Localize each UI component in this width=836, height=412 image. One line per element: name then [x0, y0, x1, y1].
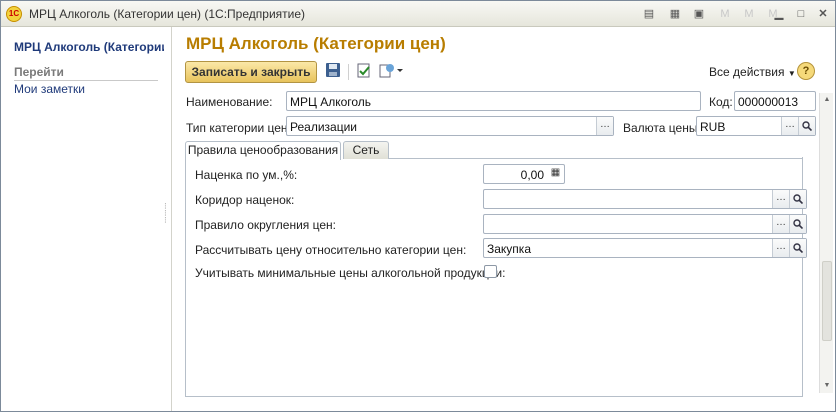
- relative-category-field[interactable]: Закупка …: [483, 238, 807, 258]
- price-type-value: Реализации: [290, 120, 357, 134]
- post-document-icon[interactable]: [354, 62, 374, 82]
- page-title: МРЦ Алкоголь (Категории цен): [186, 34, 446, 53]
- title-bar: 1С МРЦ Алкоголь (Категории цен) (1С:Пред…: [1, 1, 835, 27]
- markup-corridor-field[interactable]: …: [483, 189, 807, 209]
- relative-category-value: Закупка: [487, 242, 531, 256]
- min-alcohol-prices-label: Учитывать минимальные цены алкогольной п…: [195, 266, 506, 280]
- minimize-icon[interactable]: ▁: [771, 6, 787, 22]
- memory-m-icon[interactable]: M: [717, 6, 733, 22]
- create-based-on-icon[interactable]: [378, 62, 404, 82]
- window-title: МРЦ Алкоголь (Категории цен) (1С:Предпри…: [29, 7, 306, 21]
- calendar-icon[interactable]: ▣: [691, 6, 707, 22]
- currency-field[interactable]: RUB …: [696, 116, 816, 136]
- markup-field[interactable]: 0,00 ▦: [483, 164, 565, 184]
- sidebar-title: МРЦ Алкоголь (Категории цен): [14, 40, 164, 54]
- calculator-icon[interactable]: ▦: [547, 165, 564, 183]
- close-icon[interactable]: ✕: [815, 6, 831, 22]
- document-icon[interactable]: ▤: [641, 6, 657, 22]
- maximize-icon[interactable]: □: [793, 6, 809, 22]
- rounding-rule-field[interactable]: …: [483, 214, 807, 234]
- calculator-icon[interactable]: ▦: [667, 6, 683, 22]
- min-alcohol-prices-checkbox[interactable]: [484, 265, 497, 278]
- markup-label: Наценка по ум.,%:: [195, 168, 298, 182]
- toolbar-separator: [348, 64, 349, 80]
- search-icon[interactable]: [789, 239, 806, 257]
- currency-value: RUB: [700, 120, 726, 134]
- ellipsis-icon[interactable]: …: [596, 117, 613, 135]
- save-and-close-button[interactable]: Записать и закрыть: [185, 61, 317, 83]
- sidebar-section-goto: Перейти: [14, 65, 158, 81]
- name-label: Наименование:: [186, 95, 273, 109]
- tab-pricing-rules[interactable]: Правила ценообразования: [185, 141, 341, 160]
- code-field[interactable]: 000000013: [734, 91, 816, 111]
- scroll-up-icon[interactable]: ▲: [820, 93, 834, 107]
- memory-m-plus-icon[interactable]: M: [741, 6, 757, 22]
- price-type-label: Тип категории цен:: [186, 121, 291, 135]
- relative-category-label: Рассчитывать цену относительно категории…: [195, 243, 467, 257]
- code-value: 000000013: [738, 95, 799, 109]
- ellipsis-icon[interactable]: …: [772, 239, 789, 257]
- sidebar-resize-handle[interactable]: ⁝ ⁝ ⁝: [164, 202, 170, 233]
- sidebar: МРЦ Алкоголь (Категории цен) Перейти Мои…: [1, 27, 172, 411]
- scroll-down-icon[interactable]: ▼: [820, 379, 834, 393]
- rounding-rule-label: Правило округления цен:: [195, 218, 336, 232]
- markup-corridor-label: Коридор наценок:: [195, 193, 295, 207]
- all-actions-menu[interactable]: Все действия ▼: [709, 65, 796, 79]
- scrollbar[interactable]: ▲ ▼: [819, 93, 833, 393]
- save-icon[interactable]: [323, 62, 343, 82]
- search-icon[interactable]: [789, 215, 806, 233]
- chevron-down-icon: ▼: [787, 69, 796, 78]
- app-logo-icon: 1С: [6, 6, 22, 22]
- currency-label: Валюта цены:: [623, 121, 701, 135]
- app-window: 1С МРЦ Алкоголь (Категории цен) (1С:Пред…: [0, 0, 836, 412]
- ellipsis-icon[interactable]: …: [772, 215, 789, 233]
- search-icon[interactable]: [798, 117, 815, 135]
- all-actions-label: Все действия: [709, 65, 785, 79]
- markup-value: 0,00: [520, 168, 544, 182]
- code-label: Код:: [709, 95, 733, 109]
- ellipsis-icon[interactable]: …: [772, 190, 789, 208]
- main-form: МРЦ Алкоголь (Категории цен) Записать и …: [173, 27, 835, 411]
- scroll-thumb[interactable]: [822, 261, 832, 341]
- search-icon[interactable]: [789, 190, 806, 208]
- name-field[interactable]: МРЦ Алкоголь: [286, 91, 701, 111]
- ellipsis-icon[interactable]: …: [781, 117, 798, 135]
- help-button[interactable]: ?: [797, 62, 815, 80]
- sidebar-item-my-notes[interactable]: Мои заметки: [14, 82, 85, 96]
- name-value: МРЦ Алкоголь: [290, 95, 372, 109]
- price-type-field[interactable]: Реализации …: [286, 116, 614, 136]
